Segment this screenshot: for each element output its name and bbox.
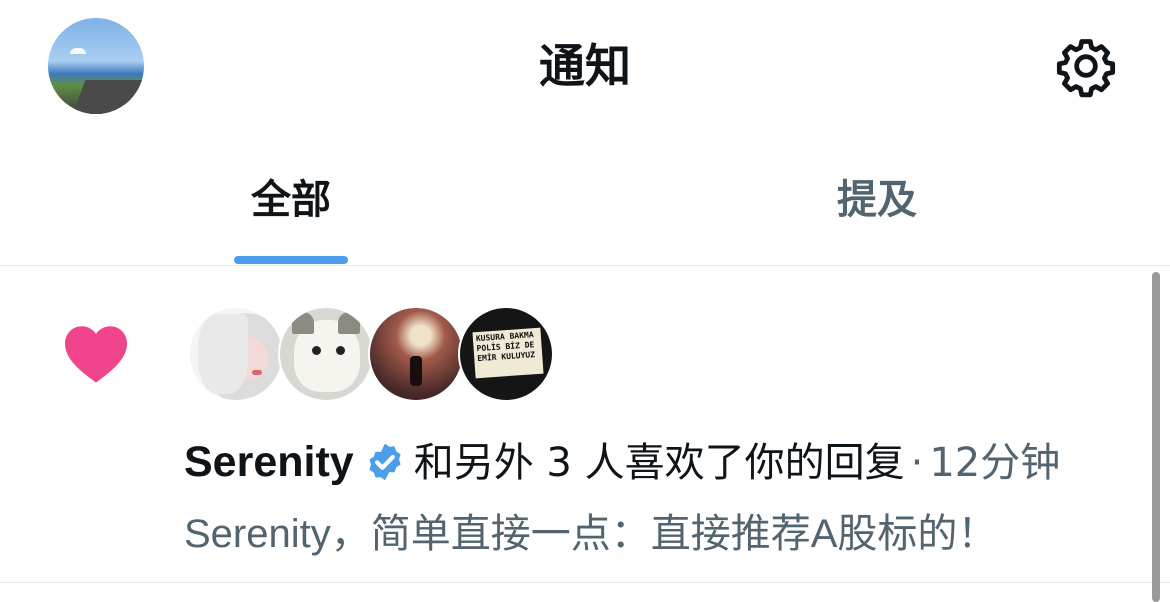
lip-shape xyxy=(252,370,262,375)
avatar[interactable]: KUSURA BAKMA POLİS BİZ DE EMİR KULUYUZ xyxy=(458,306,554,402)
gear-icon[interactable] xyxy=(1054,34,1118,98)
protest-sign-text: KUSURA BAKMA POLİS BİZ DE EMİR KULUYUZ xyxy=(472,327,544,379)
timestamp: 12分钟 xyxy=(929,440,1061,486)
liker-avatars: KUSURA BAKMA POLİS BİZ DE EMİR KULUYUZ xyxy=(188,306,568,402)
scrollbar[interactable] xyxy=(1152,272,1160,602)
tab-mentions[interactable]: 提及 xyxy=(820,170,934,230)
cat-eye-shape xyxy=(336,346,345,355)
notification-content: Serenity，简单直接一点：直接推荐A股标的！ xyxy=(184,512,998,556)
hair-shape xyxy=(198,314,248,394)
heart-icon xyxy=(65,326,127,383)
avatar[interactable] xyxy=(278,306,374,402)
avatar[interactable] xyxy=(188,306,284,402)
page-title: 通知 xyxy=(539,39,631,93)
notification-action-text: 和另外 3 人喜欢了你的回复 xyxy=(413,440,905,486)
notification-item[interactable]: KUSURA BAKMA POLİS BİZ DE EMİR KULUYUZ S… xyxy=(0,266,1170,583)
avatar[interactable] xyxy=(368,306,464,402)
cat-eye-shape xyxy=(312,346,321,355)
figure-shape xyxy=(410,356,422,386)
verified-badge-icon xyxy=(369,443,401,481)
tab-all[interactable]: 全部 xyxy=(234,170,348,230)
tab-bar: 全部 提及 xyxy=(0,150,1170,266)
cat-ear-shape xyxy=(338,312,360,334)
user-name-link[interactable]: Serenity xyxy=(184,438,354,486)
top-bar: 通知 xyxy=(0,0,1170,135)
separator-dot: · xyxy=(910,440,924,486)
cat-ear-shape xyxy=(292,312,314,334)
notification-summary: Serenity 和另外 3 人喜欢了你的回复 · 12分钟 xyxy=(184,434,1060,490)
active-tab-indicator xyxy=(234,256,348,264)
